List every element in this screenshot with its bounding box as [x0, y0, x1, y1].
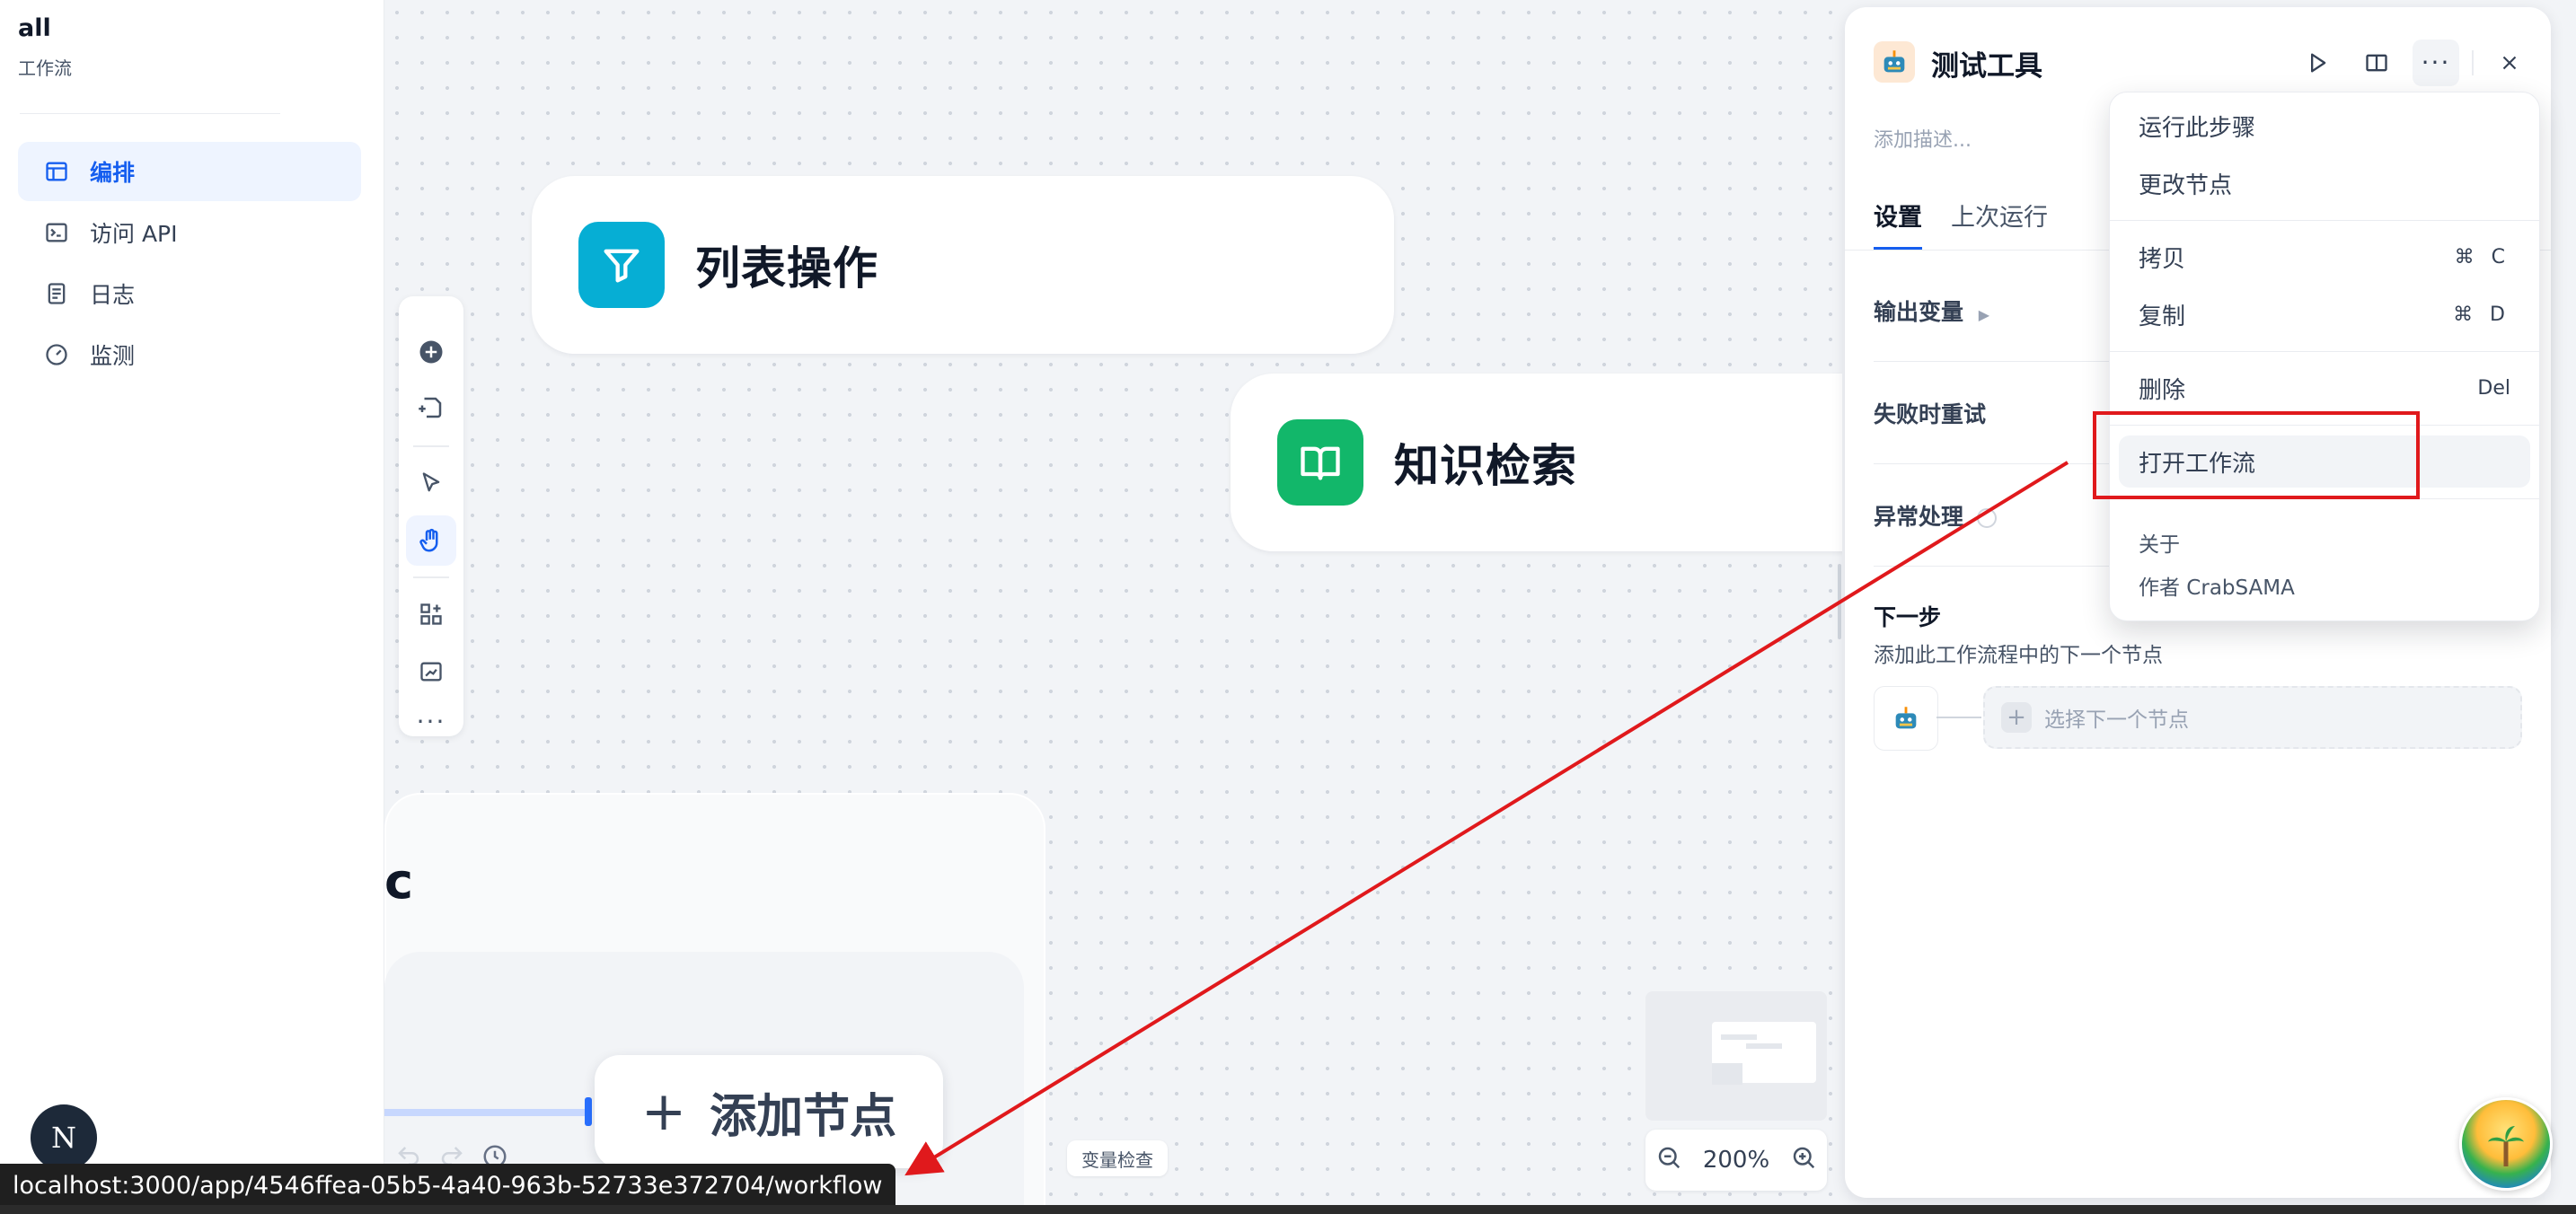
more-icon[interactable]: ··· [2413, 40, 2459, 86]
canvas-toolbar: ··· [399, 296, 463, 736]
zoom-in-icon[interactable] [1790, 1144, 1817, 1177]
shortcut-label: Del [2477, 376, 2510, 400]
add-note-icon[interactable] [406, 383, 456, 433]
fit-view-icon[interactable] [406, 647, 456, 697]
menu-item-change-node[interactable]: 更改节点 [2119, 157, 2530, 209]
menu-divider [2110, 351, 2539, 352]
sidebar-item-label: 访问 API [90, 221, 178, 247]
next-step-title: 下一步 [1874, 604, 1942, 630]
more-options-icon[interactable]: ··· [406, 704, 456, 740]
minimap[interactable] [1645, 991, 1827, 1121]
tab-settings[interactable]: 设置 [1874, 198, 1922, 251]
status-url: localhost:3000/app/4546ffea-05b5-4a40-96… [0, 1164, 895, 1207]
terminal-icon [41, 217, 72, 248]
node-list-operation[interactable]: 列表操作 [532, 176, 1394, 354]
add-block-icon[interactable] [406, 327, 456, 377]
menu-about-label: 关于 [2139, 533, 2180, 557]
sidebar-item-monitor[interactable]: 监测 [18, 325, 361, 384]
shortcut-label: ⌘ D [2453, 303, 2510, 326]
hand-icon[interactable] [406, 515, 456, 566]
sidebar-item-orchestrate[interactable]: 编排 [18, 142, 361, 201]
sidebar-item-logs[interactable]: 日志 [18, 264, 361, 323]
sidebar-item-api[interactable]: 访问 API [18, 203, 361, 262]
description-input[interactable]: 添加描述... [1874, 124, 1972, 153]
log-icon [41, 278, 72, 309]
tab-last-run[interactable]: 上次运行 [1951, 198, 2048, 247]
node-more-menu: 运行此步骤 更改节点 拷贝 ⌘ C 复制 ⌘ D 删除 Del 打开工作流 关于… [2109, 92, 2540, 621]
window-bottom-border [0, 1205, 2576, 1214]
shortcut-label: ⌘ C [2454, 245, 2510, 268]
zoom-level[interactable]: 200% [1703, 1147, 1769, 1174]
retry-label: 失败时重试 [1874, 401, 1987, 427]
menu-author-label: 作者 CrabSAMA [2139, 576, 2295, 600]
organize-blocks-icon[interactable] [406, 589, 456, 639]
menu-item-duplicate[interactable]: 复制 ⌘ D [2119, 288, 2530, 340]
palm-tree-icon [2488, 1126, 2524, 1166]
toolbar-divider [413, 576, 449, 578]
robot-icon [1874, 41, 1915, 83]
app-name: all [18, 14, 51, 42]
caret-right-icon: ▶ [1978, 306, 1990, 323]
connection-handle[interactable] [585, 1097, 592, 1126]
next-step-description: 添加此工作流程中的下一个节点 [1874, 644, 2163, 667]
toolbar-divider [413, 445, 449, 447]
zoom-out-icon[interactable] [1655, 1144, 1682, 1177]
node-title: 列表操作 [695, 242, 878, 295]
current-node-robot-icon [1874, 686, 1938, 751]
pointer-icon[interactable] [406, 458, 456, 508]
actions-divider [2472, 50, 2474, 75]
select-next-label: 选择下一个节点 [2044, 708, 2189, 732]
add-node-label: 添加节点 [710, 1089, 897, 1144]
next-connector [1936, 717, 1981, 718]
menu-item-copy[interactable]: 拷贝 ⌘ C [2119, 231, 2530, 283]
book-icon [1277, 419, 1363, 506]
output-vars-label[interactable]: 输出变量 ▶ [1874, 295, 1989, 327]
sidebar-divider [20, 113, 280, 114]
run-step-icon[interactable] [2294, 40, 2341, 86]
filter-icon [578, 222, 665, 308]
chat-bot-avatar[interactable] [2459, 1097, 2553, 1191]
layout-icon [41, 156, 72, 187]
user-avatar[interactable]: N [31, 1104, 97, 1171]
help-icon[interactable] [1976, 508, 1997, 528]
menu-divider [2110, 220, 2539, 221]
sidebar-item-label: 日志 [90, 282, 136, 308]
gauge-icon [41, 339, 72, 370]
error-handling-label: 异常处理 [1874, 499, 1997, 532]
panel-actions: ··· [2294, 40, 2533, 86]
sidebar-item-label: 编排 [90, 160, 136, 186]
sidebar-item-label: 监测 [90, 343, 136, 369]
zoom-controls: 200% [1645, 1130, 1827, 1191]
panel-title[interactable]: 测试工具 [1931, 43, 2042, 84]
partial-node-title: c [384, 853, 414, 910]
annotation-highlight-box [2093, 411, 2420, 499]
node-knowledge-retrieval[interactable]: 知识检索 [1231, 374, 1842, 551]
node-title: 知识检索 [1394, 440, 1577, 492]
panel-resize-handle[interactable] [1838, 564, 1841, 639]
docs-book-icon[interactable] [2353, 40, 2400, 86]
variable-inspect-button[interactable]: 变量检查 [1067, 1140, 1168, 1176]
plus-icon: + [640, 1080, 687, 1143]
app-type: 工作流 [18, 57, 72, 79]
add-node-button[interactable]: + 添加节点 [595, 1055, 943, 1168]
connection-line [384, 1109, 591, 1116]
sidebar: all 工作流 编排 访问 API 日志 监测 N [0, 0, 384, 1214]
select-next-node-button[interactable]: + 选择下一个节点 [1983, 686, 2522, 749]
plus-icon: + [2001, 702, 2032, 733]
close-icon[interactable] [2486, 40, 2533, 86]
menu-item-run-step[interactable]: 运行此步骤 [2119, 100, 2530, 152]
menu-item-delete[interactable]: 删除 Del [2119, 362, 2530, 414]
workflow-canvas[interactable]: 列表操作 知识检索 c [384, 0, 1842, 1214]
